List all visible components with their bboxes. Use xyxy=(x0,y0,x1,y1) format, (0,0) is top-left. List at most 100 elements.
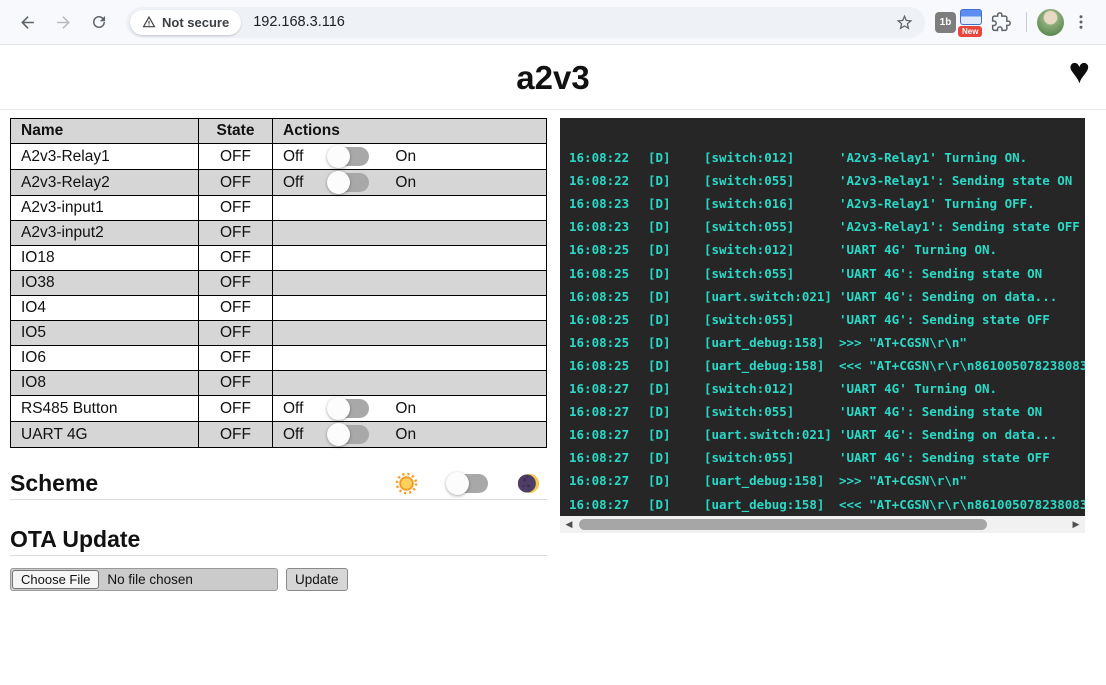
log-message: 'A2v3-Relay1': Sending state OFF xyxy=(839,219,1080,234)
log-level: [D] xyxy=(648,262,704,285)
log-tag: [switch:055] xyxy=(704,215,839,238)
browser-menu-button[interactable] xyxy=(1066,7,1096,37)
extension-new-button[interactable]: New xyxy=(958,7,984,37)
console-row: 16:08:23[D][switch:055]'A2v3-Relay1': Se… xyxy=(569,215,1085,238)
log-tag: [uart_debug:158] xyxy=(704,354,839,377)
col-header-name: Name xyxy=(11,119,199,144)
log-tag: [switch:055] xyxy=(704,400,839,423)
device-name: RS485 Button xyxy=(11,396,199,422)
console-panel: Time level Tag Message 16:08:22[D][switc… xyxy=(560,118,1085,516)
device-actions: OffOn xyxy=(273,396,547,422)
device-toggle[interactable] xyxy=(329,173,369,192)
page-header: a2v3 ♥ xyxy=(0,45,1106,109)
log-tag: [uart_debug:158] xyxy=(704,331,839,354)
log-message: 'UART 4G' Turning ON. xyxy=(839,242,997,257)
console-row: 16:08:27[D][uart.switch:021]'UART 4G': S… xyxy=(569,423,1085,446)
device-table-header-row: Name State Actions xyxy=(11,119,547,144)
log-time: 16:08:27 xyxy=(569,446,648,469)
device-actions: OffOn xyxy=(273,144,547,170)
console-row: 16:08:27[D][uart_debug:158]<<< "AT+CGSN\… xyxy=(569,493,1085,516)
log-level: [D] xyxy=(648,192,704,215)
device-name: A2v3-Relay2 xyxy=(11,170,199,196)
device-toggle[interactable] xyxy=(329,147,369,166)
device-row: A2v3-Relay1OFFOffOn xyxy=(11,144,547,170)
toggle-off-label: Off xyxy=(283,426,303,444)
url-text[interactable]: 192.168.3.116 xyxy=(253,14,889,30)
moon-icon xyxy=(518,472,541,495)
log-time: 16:08:27 xyxy=(569,423,648,446)
file-input[interactable]: Choose File No file chosen xyxy=(10,568,278,591)
log-time: 16:08:23 xyxy=(569,215,648,238)
log-time: 16:08:25 xyxy=(569,354,648,377)
log-time: 16:08:27 xyxy=(569,400,648,423)
device-toggle[interactable] xyxy=(329,399,369,418)
ota-divider xyxy=(10,555,547,556)
log-level: [D] xyxy=(648,169,704,192)
log-level: [D] xyxy=(648,493,704,516)
device-actions: Off On xyxy=(273,422,547,448)
console-scrollbar[interactable]: ◀ ▶ xyxy=(560,516,1085,533)
log-tag: [uart.switch:021] xyxy=(704,285,839,308)
toggle-knob xyxy=(327,171,350,194)
device-actions xyxy=(273,346,547,371)
toggle-on-label: On xyxy=(395,426,416,444)
scrollbar-right-arrow[interactable]: ▶ xyxy=(1070,520,1082,529)
device-state: OFF xyxy=(199,221,273,246)
extensions-menu-button[interactable] xyxy=(986,7,1016,37)
console-row: 16:08:27[D][switch:055]'UART 4G': Sendin… xyxy=(569,446,1085,469)
device-actions xyxy=(273,321,547,346)
update-button[interactable]: Update xyxy=(286,568,348,591)
left-column: Name State Actions A2v3-Relay1OFFOffOnA2… xyxy=(10,118,547,591)
log-level: [D] xyxy=(648,308,704,331)
new-badge: New xyxy=(958,26,982,37)
log-level: [D] xyxy=(648,285,704,308)
log-time: 16:08:25 xyxy=(569,238,648,261)
device-name: UART 4G xyxy=(11,422,199,448)
log-level: [D] xyxy=(648,146,704,169)
toggle-knob xyxy=(327,145,350,168)
scrollbar-thumb[interactable] xyxy=(579,519,987,530)
choose-file-button[interactable]: Choose File xyxy=(12,570,99,589)
log-tag: [switch:055] xyxy=(704,446,839,469)
log-message: 'UART 4G' Turning ON. xyxy=(839,381,997,396)
device-name: A2v3-input1 xyxy=(11,196,199,221)
security-chip[interactable]: Not secure xyxy=(130,10,241,35)
scheme-heading: Scheme xyxy=(10,470,98,497)
log-tag: [uart.switch:021] xyxy=(704,423,839,446)
log-time: 16:08:25 xyxy=(569,262,648,285)
ota-heading: OTA Update xyxy=(10,526,547,553)
log-level: [D] xyxy=(648,238,704,261)
log-tag: [switch:055] xyxy=(704,169,839,192)
log-message: >>> "AT+CGSN\r\n" xyxy=(839,473,967,488)
device-row: IO5OFF xyxy=(11,321,547,346)
log-level: [D] xyxy=(648,377,704,400)
device-row: IO38OFF xyxy=(11,271,547,296)
bookmark-star-button[interactable] xyxy=(889,7,919,37)
console-row: 16:08:25[D][uart.switch:021]'UART 4G': S… xyxy=(569,285,1085,308)
extension-1b-button[interactable]: 1b xyxy=(935,12,956,33)
console-row: 16:08:25[D][switch:055]'UART 4G': Sendin… xyxy=(569,308,1085,331)
toggle-control: Off On xyxy=(283,425,536,444)
profile-avatar[interactable] xyxy=(1037,9,1064,36)
console-row: 16:08:22[D][switch:012]'A2v3-Relay1' Tur… xyxy=(569,146,1085,169)
forward-button[interactable] xyxy=(46,5,80,39)
console-rows: 16:08:22[D][switch:012]'A2v3-Relay1' Tur… xyxy=(569,146,1085,516)
log-time: 16:08:25 xyxy=(569,331,648,354)
scheme-toggle[interactable] xyxy=(448,474,488,493)
log-message: 'A2v3-Relay1': Sending state ON xyxy=(839,173,1072,188)
back-button[interactable] xyxy=(10,5,44,39)
log-time: 16:08:25 xyxy=(569,308,648,331)
reload-button[interactable] xyxy=(82,5,116,39)
device-toggle[interactable] xyxy=(329,425,369,444)
toggle-on-label: On xyxy=(395,174,416,192)
toolbar-separator xyxy=(1026,12,1027,32)
warning-icon xyxy=(142,15,156,29)
toggle-off-label: Off xyxy=(283,174,303,192)
toggle-on-label: On xyxy=(395,148,416,166)
scrollbar-left-arrow[interactable]: ◀ xyxy=(563,520,575,529)
reload-icon xyxy=(90,13,108,31)
device-actions xyxy=(273,246,547,271)
address-bar[interactable]: Not secure 192.168.3.116 xyxy=(126,7,925,38)
log-tag: [switch:016] xyxy=(704,192,839,215)
security-chip-label: Not secure xyxy=(162,15,229,30)
